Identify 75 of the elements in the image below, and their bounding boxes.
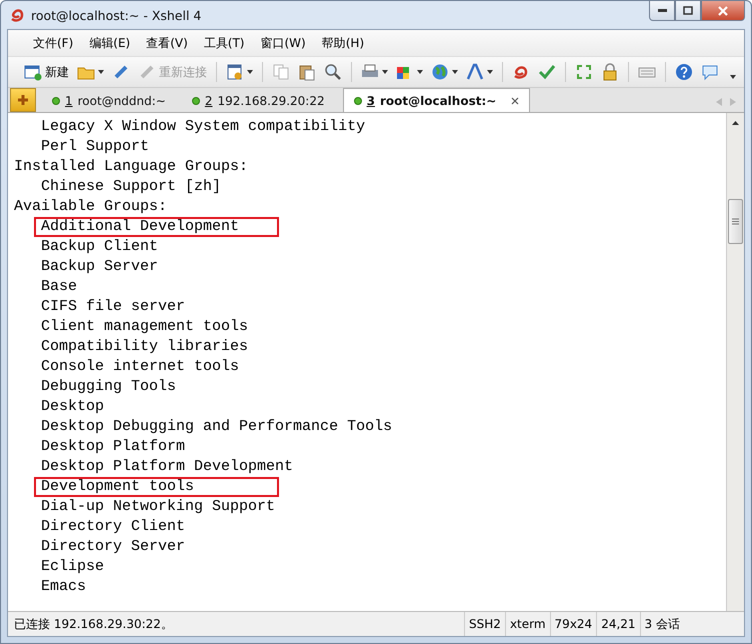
paste-icon [298, 63, 316, 81]
app-logo-icon [9, 7, 25, 23]
terminal-line: Dial-up Networking Support [41, 497, 276, 517]
caret-icon [417, 70, 423, 74]
terminal-line: Desktop Debugging and Performance Tools [41, 417, 392, 437]
toolbar-icon-button[interactable] [673, 61, 695, 83]
status-field: 79x24 [550, 612, 596, 636]
terminal-line: Directory Server [41, 537, 186, 557]
terminal-line: Client management tools [41, 317, 248, 337]
terminal-line: Desktop Platform [41, 437, 186, 457]
session-tab[interactable]: 1 root@nddnd:~ [42, 90, 176, 112]
new-window-icon [24, 63, 42, 81]
close-icon [718, 6, 728, 16]
terminal-line: Desktop [41, 397, 104, 417]
status-field: xterm [504, 612, 550, 636]
terminal-line: Directory Client [41, 517, 186, 537]
terminal-line: Base [41, 277, 78, 297]
scroll-up-icon[interactable] [732, 121, 739, 125]
terminal-line: Backup Server [41, 257, 158, 277]
fullscreen-icon [575, 63, 593, 81]
toolbar-button[interactable]: 新建 [22, 61, 71, 83]
terminal-line: Eclipse [41, 557, 104, 577]
terminal-line: Emacs [41, 577, 86, 597]
minimize-button[interactable] [649, 1, 675, 21]
maximize-button[interactable] [675, 1, 701, 21]
minimize-icon [658, 9, 666, 12]
terminal-line: Compatibility libraries [41, 337, 248, 357]
close-icon[interactable] [511, 96, 520, 104]
help-icon [675, 63, 693, 81]
terminal-line: Debugging Tools [41, 377, 176, 397]
terminal-line: Backup Client [41, 237, 158, 257]
menu-item[interactable]: 窗口(W) [254, 32, 313, 54]
grip-icon [732, 218, 739, 225]
status-field: SSH2 [464, 612, 505, 636]
terminal-line: Desktop Platform Development [41, 457, 294, 477]
add-tab-button[interactable] [10, 88, 36, 112]
caret-icon [98, 70, 104, 74]
checkmark-icon [538, 63, 556, 81]
plus-icon [17, 94, 29, 106]
status-field: 24,21 [596, 612, 640, 636]
search-icon [324, 63, 342, 81]
terminal-line: CIFS file server [41, 297, 186, 317]
menu-item[interactable]: 编辑(E) [82, 32, 138, 54]
caret-icon [247, 70, 253, 74]
maximize-icon [683, 6, 693, 15]
caret-icon [452, 70, 458, 74]
close-button[interactable] [701, 1, 745, 21]
globe-icon [431, 63, 449, 81]
caret-icon [487, 70, 493, 74]
status-field: 3 会话 [640, 612, 684, 636]
terminal-line: Chinese Support [zh] [41, 177, 222, 197]
terminal-line: Console internet tools [41, 357, 240, 377]
menu-item[interactable]: 文件(F) [26, 32, 80, 54]
overflow-caret-icon[interactable] [730, 75, 736, 79]
menu-item[interactable]: 工具(T) [196, 32, 252, 54]
scrollbar[interactable] [726, 113, 744, 611]
session-tab[interactable]: 3 root@localhost:~ [342, 88, 530, 112]
window-title: root@localhost:~ - Xshell 4 [31, 8, 202, 22]
menu-item[interactable]: 帮助(H) [314, 32, 372, 54]
terminal-line: Legacy X Window System compatibility [41, 117, 366, 137]
status-message: 已连接 192.168.29.30:22。 [13, 616, 174, 632]
status-dot-icon [192, 97, 200, 105]
menu-item[interactable]: 查看(V) [139, 32, 195, 54]
caret-icon [382, 70, 388, 74]
scrollbar-thumb[interactable] [728, 199, 743, 244]
lock-icon [601, 63, 619, 81]
session-tab[interactable]: 2 192.168.29.20:22 [182, 90, 335, 112]
terminal-line: Available Groups: [14, 197, 168, 217]
copy-icon [272, 63, 290, 81]
properties-icon [226, 63, 244, 81]
terminal-line: Perl Support [41, 137, 150, 157]
terminal-line: Installed Language Groups: [14, 157, 248, 177]
speech-bubble-icon [701, 63, 719, 81]
status-dot-icon [52, 97, 60, 105]
status-dot-icon [354, 96, 362, 104]
